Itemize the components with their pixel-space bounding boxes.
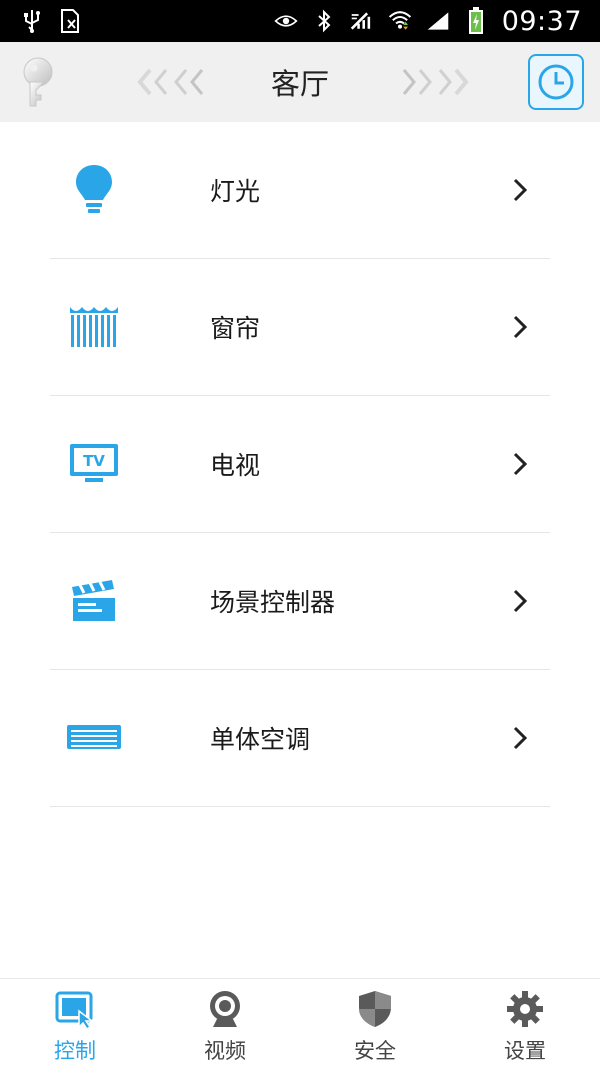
prev-room-button[interactable]: [136, 66, 212, 98]
device-item-curtain[interactable]: 窗帘: [50, 259, 550, 396]
bluetooth-icon: [312, 9, 336, 33]
gear-icon: [505, 989, 545, 1029]
tab-video[interactable]: 视频: [150, 979, 300, 1067]
device-label: 灯光: [210, 177, 261, 206]
chevron-right-icon: [513, 452, 528, 476]
room-title: 客厅: [270, 67, 329, 101]
tab-label: 设置: [504, 1039, 546, 1063]
chevron-right-icon: [513, 315, 528, 339]
double-chevron-left-icon: [137, 68, 204, 96]
battery-charging-icon: [464, 7, 488, 34]
chevron-right-icon: [513, 726, 528, 750]
key-icon: [23, 57, 53, 107]
double-chevron-right-icon: [402, 68, 469, 96]
device-item-air-conditioner[interactable]: 单体空调: [50, 670, 550, 807]
no-signal-icon: [350, 9, 374, 33]
status-left: [20, 9, 82, 33]
status-right: 09:37: [274, 6, 582, 37]
control-icon: [55, 989, 95, 1029]
device-list: 灯光 窗帘 TV 电视 场景控制器 单体空调: [50, 122, 550, 807]
tab-security[interactable]: 安全: [300, 979, 450, 1067]
chevron-right-icon: [513, 178, 528, 202]
next-room-button[interactable]: [394, 66, 470, 98]
tab-label: 控制: [54, 1039, 96, 1063]
bottom-nav: 控制 视频 安全 设置: [0, 978, 600, 1067]
clapperboard-icon: [66, 573, 122, 629]
tab-settings[interactable]: 设置: [450, 979, 600, 1067]
lightbulb-icon: [66, 162, 122, 218]
device-label: 场景控制器: [210, 588, 336, 617]
cell-signal-icon: [426, 9, 450, 33]
tab-label: 安全: [354, 1039, 396, 1063]
curtain-icon: [66, 299, 122, 355]
eye-icon: [274, 9, 298, 33]
tab-label: 视频: [204, 1039, 246, 1063]
tv-icon: TV: [66, 436, 122, 492]
device-item-tv[interactable]: TV 电视: [50, 396, 550, 533]
timer-button[interactable]: [528, 54, 584, 110]
shield-icon: [355, 989, 395, 1029]
chevron-right-icon: [513, 589, 528, 613]
status-time: 09:37: [501, 5, 582, 37]
camera-icon: [205, 989, 245, 1029]
sd-card-icon: [58, 9, 82, 33]
status-bar: 09:37: [0, 0, 600, 42]
wifi-icon: [388, 9, 412, 33]
device-item-light[interactable]: 灯光: [50, 122, 550, 259]
usb-icon: [20, 9, 44, 33]
air-conditioner-icon: [66, 710, 122, 766]
tv-icon-text: TV: [83, 452, 105, 470]
key-button[interactable]: [14, 54, 74, 110]
device-label: 单体空调: [210, 725, 311, 754]
room-header: 客厅: [0, 42, 600, 122]
clock-icon: [538, 64, 574, 100]
device-label: 窗帘: [210, 314, 261, 343]
tab-control[interactable]: 控制: [0, 979, 150, 1067]
device-item-scene-controller[interactable]: 场景控制器: [50, 533, 550, 670]
device-label: 电视: [210, 451, 261, 480]
